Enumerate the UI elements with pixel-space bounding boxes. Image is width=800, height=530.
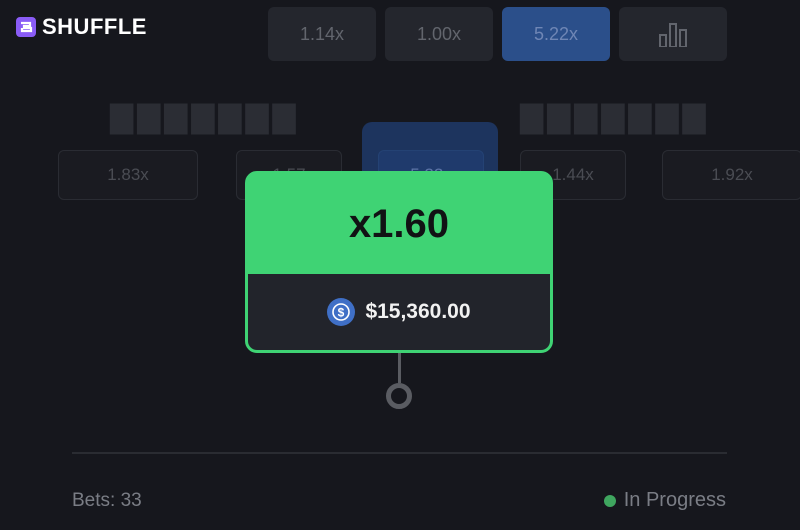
popup-amount-row: $ $15,360.00 bbox=[248, 274, 550, 350]
status-label: In Progress bbox=[623, 489, 726, 511]
svg-text:$: $ bbox=[338, 306, 345, 320]
stats-button[interactable] bbox=[619, 7, 727, 61]
history-tab-1[interactable]: 1.14x bbox=[268, 7, 376, 61]
history-tab-3[interactable]: 5.22x bbox=[502, 7, 610, 61]
multiplier-cell[interactable]: 1.92x bbox=[662, 150, 800, 200]
win-popup: x1.60 $ $15,360.00 bbox=[245, 171, 553, 353]
bar-chart-icon bbox=[659, 23, 687, 47]
background-blur-right: ▇▇▇▇▇▇▇ bbox=[520, 101, 710, 134]
status-dot-icon bbox=[603, 494, 616, 507]
multiplier-history-tabs: 1.14x 1.00x 5.22x bbox=[268, 7, 727, 61]
history-tab-2[interactable]: 1.00x bbox=[385, 7, 493, 61]
divider bbox=[72, 452, 727, 454]
multiplier-cell[interactable]: 1.83x bbox=[58, 150, 198, 200]
shuffle-logo-icon bbox=[16, 17, 36, 37]
brand-name: SHUFFLE bbox=[42, 14, 147, 39]
popup-stem bbox=[398, 353, 401, 383]
bets-count: Bets: 33 bbox=[72, 490, 142, 511]
popup-multiplier: x1.60 bbox=[348, 201, 450, 246]
game-status: In Progress bbox=[603, 489, 726, 512]
track-node-icon bbox=[386, 383, 412, 409]
usdc-coin-icon: $ bbox=[327, 298, 356, 326]
popup-amount: $15,360.00 bbox=[365, 300, 471, 323]
background-blur-left: ▇▇▇▇▇▇▇ bbox=[110, 101, 300, 134]
brand-logo[interactable]: SHUFFLE bbox=[16, 14, 147, 40]
